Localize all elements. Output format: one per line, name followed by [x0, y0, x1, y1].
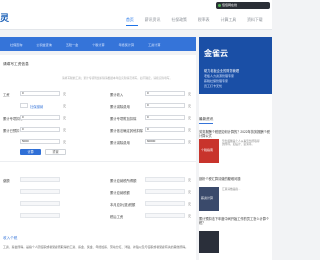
user-badge[interactable]: 佰佰网在线 — [216, 2, 270, 9]
subnav-item[interactable]: 年终奖计算 — [119, 42, 134, 47]
select-toggle[interactable] — [20, 103, 28, 108]
section-heading: 收入个税 — [3, 236, 18, 240]
field-label-other-deduction: 累计依法确定其他扣除 — [110, 129, 143, 133]
result-label-after-tax: 税后工资 — [110, 215, 124, 219]
subnav-item[interactable]: 工资计算 — [148, 42, 160, 47]
nav-active-underline — [126, 25, 138, 26]
article-meta: 劳务报酬是个人从事劳务所取得的所得，如设计、装潢等。 — [222, 140, 260, 147]
subnav-item[interactable]: 个税计算 — [92, 42, 104, 47]
promo-line: 助力老板企业的财务管理 — [204, 69, 240, 73]
other-deduction-input[interactable]: 0 — [145, 127, 185, 132]
thumb-label: 薪资计算 — [201, 196, 214, 200]
unit-label: 元 — [188, 128, 192, 132]
subnav-item[interactable]: 公积金查询 — [36, 42, 51, 47]
unit-label: 元 — [63, 128, 67, 132]
salary-input[interactable]: 0 — [20, 91, 60, 96]
additional-deduction-input[interactable]: 0 — [145, 115, 185, 120]
unit-label: 元 — [188, 116, 192, 120]
result-label-taxable-income: 累计应纳税所得额 — [110, 179, 137, 183]
article-title[interactable]: 累计预扣法下年度中间开始工作的员工怎么计算个税？ — [199, 217, 271, 225]
unit-label: 元 — [188, 92, 192, 96]
unit-label: 元 — [63, 104, 67, 108]
result-value — [145, 177, 185, 182]
unit-label: 元 — [188, 178, 192, 182]
sub-nav-bar: 社保查询 公积金查询 五险一金 个税计算 年终奖计算 工资计算 — [0, 37, 196, 51]
article-title[interactable]: 劳务报酬个税是如何计算的？2022年劳务报酬个税计算公式 — [199, 130, 271, 138]
result-value — [20, 177, 60, 182]
social-insurance-link[interactable]: 社保缴纳 — [30, 104, 43, 109]
result-label-monthly-tax: 本月应补(退)税额 — [110, 203, 136, 207]
unit-label: 元 — [188, 140, 192, 144]
article-title[interactable]: 剖析个税汇算清缴的疑难问题 — [199, 177, 271, 181]
site-logo[interactable]: 灵 — [0, 11, 9, 24]
divider — [0, 161, 196, 162]
nav-social-policy[interactable]: 社保政策 — [171, 17, 187, 23]
reset-button[interactable]: 重置 — [45, 149, 66, 155]
cum-deduction-input[interactable]: 0 — [145, 103, 185, 108]
result-label-tax-payable: 累计应纳税额 — [110, 191, 130, 195]
result-value — [145, 201, 185, 206]
tab-latest-news[interactable]: 最新资讯 — [199, 117, 214, 124]
special-deduction-input[interactable]: 0 — [20, 115, 60, 120]
result-label: 缴额 — [3, 179, 10, 183]
field-label-cum-deduction: 累计减除费用 — [110, 105, 130, 109]
nav-downloads[interactable]: 资料下载 — [247, 17, 263, 23]
user-badge-label: 佰佰网在线 — [222, 3, 238, 7]
thumb-label: 个税指南 — [201, 148, 214, 152]
result-value — [145, 213, 185, 218]
unit-label: 元 — [63, 92, 67, 96]
result-value — [20, 189, 60, 194]
article-thumbnail[interactable]: 薪资计算 — [199, 187, 219, 211]
field-label-prepaid: 累计已预扣 — [3, 129, 20, 133]
field-label-salary: 工资 — [3, 93, 10, 97]
article-meta: 汇算清缴是指... — [222, 188, 241, 191]
promo-banner[interactable]: 金雀云 助力老板企业的财务管理 老板人力资源管理专家 薪税社保管理专家 员工打卡… — [199, 37, 272, 94]
unit-label: 元 — [188, 190, 192, 194]
subnav-item[interactable]: 五险一金 — [66, 42, 78, 47]
main-nav: 首页 薪讯资讯 社保政策 税率表 计算工具 资料下载 — [126, 17, 274, 23]
field-label-cum-threshold: 累计减除费用 — [110, 141, 130, 145]
threshold-input[interactable]: 5000 — [20, 139, 60, 144]
subnav-item[interactable]: 社保查询 — [10, 42, 22, 47]
unit-label: 元 — [188, 214, 192, 218]
section-description: 工资、薪金所得，是指个人因任职或者受雇而取得的工资、薪金、奖金、年终加薪、劳动分… — [3, 245, 188, 249]
top-header: 灵 首页 薪讯资讯 社保政策 税率表 计算工具 资料下载 佰佰网在线 — [0, 0, 272, 30]
form-title: 请填写工资信息 — [3, 62, 29, 66]
nav-home[interactable]: 首页 — [126, 17, 134, 23]
nav-calc-tools[interactable]: 计算工具 — [221, 17, 237, 23]
online-dot-icon — [218, 4, 221, 7]
prepaid-input[interactable]: 0 — [20, 127, 60, 132]
promo-line: 老板人力资源管理专家 — [204, 74, 235, 78]
article-thumbnail[interactable] — [199, 231, 219, 253]
unit-label: 元 — [188, 104, 192, 108]
right-sidebar: 金雀云 助力老板企业的财务管理 老板人力资源管理专家 薪税社保管理专家 员工打卡… — [199, 37, 272, 260]
result-value — [20, 201, 60, 206]
unit-label: 元 — [63, 116, 67, 120]
result-value — [20, 213, 60, 218]
promo-line: 员工打卡无忧 — [204, 84, 223, 88]
promo-logo: 金雀云 — [204, 49, 228, 58]
cum-threshold-input[interactable]: 60000 — [145, 139, 185, 144]
calculate-button[interactable]: 计算 — [20, 149, 41, 155]
unit-label: 元 — [63, 140, 67, 144]
nav-news[interactable]: 薪讯资讯 — [145, 17, 161, 23]
cum-income-input[interactable]: 0 — [145, 91, 185, 96]
field-label-additional-deduction: 累计专项附加扣除 — [110, 117, 137, 121]
form-hint: 请填写税前工资；累计专项附加扣除请根据本年度实际情况填写，如不确定，请按实际填写… — [62, 77, 173, 80]
result-value — [145, 189, 185, 194]
promo-line: 薪税社保管理专家 — [204, 79, 229, 83]
nav-tax-table[interactable]: 税率表 — [198, 17, 210, 23]
calculator-panel: 请填写工资信息 请填写税前工资；累计专项附加扣除请根据本年度实际情况填写，如不确… — [0, 55, 196, 260]
field-label-cum-income: 累计收入 — [110, 93, 124, 97]
unit-label: 元 — [188, 202, 192, 206]
article-thumbnail[interactable]: 个税指南 — [199, 139, 219, 163]
